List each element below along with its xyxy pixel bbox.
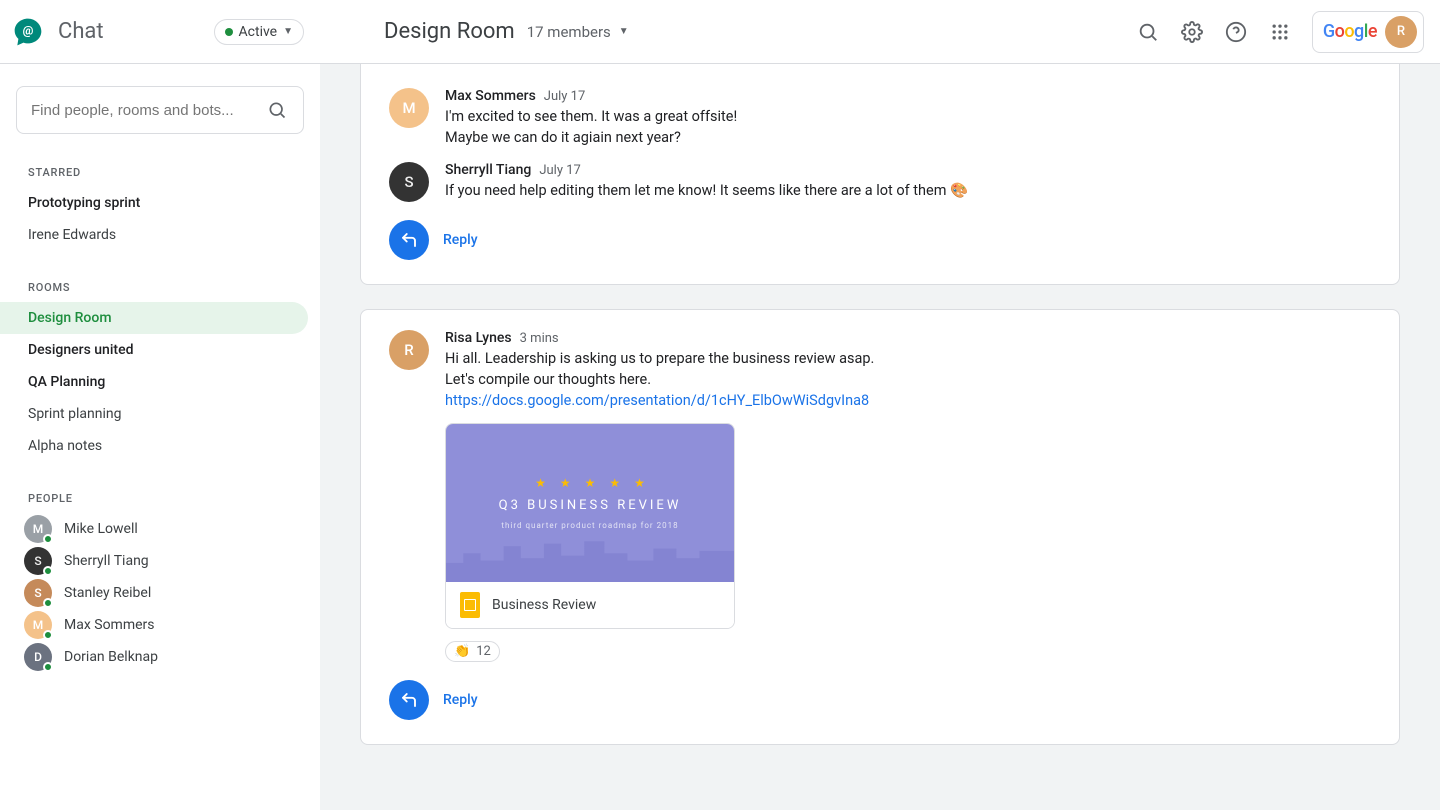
message-text: If you need help editing them let me kno…: [445, 180, 1371, 201]
app-name: Chat: [58, 19, 104, 44]
message-timestamp: 3 mins: [520, 331, 559, 346]
sidebar-item-label: Stanley Reibel: [64, 585, 151, 601]
chat-logo-icon: @: [8, 12, 48, 52]
message: M Max Sommers July 17 I'm excited to see th…: [389, 88, 1371, 148]
slides-icon: [460, 592, 480, 618]
sidebar: STARRED Prototyping sprintIrene Edwards …: [0, 64, 320, 810]
section-people-label: PEOPLE: [12, 484, 308, 513]
sidebar-item[interactable]: Designers united: [0, 334, 308, 366]
header-left: @ Chat Active ▼: [8, 12, 312, 52]
star-icon: ★★★★★: [535, 476, 645, 490]
clap-emoji-icon: 👏: [454, 644, 470, 659]
search-icon[interactable]: [1136, 20, 1160, 44]
sidebar-search[interactable]: [16, 86, 304, 134]
message-timestamp: July 17: [544, 89, 586, 104]
presence-status-dropdown[interactable]: Active ▼: [214, 19, 304, 45]
sidebar-item-label: Mike Lowell: [64, 521, 138, 537]
room-header: Design Room 17 members ▼: [312, 19, 629, 44]
message-author: Sherryll Tiang: [445, 162, 531, 178]
section-rooms-label: ROOMS: [12, 273, 308, 302]
reply-button[interactable]: [389, 220, 429, 260]
sidebar-item[interactable]: Alpha notes: [0, 430, 308, 462]
sidebar-person[interactable]: SSherryll Tiang: [0, 545, 308, 577]
section-starred-label: STARRED: [12, 158, 308, 187]
message: S Sherryll Tiang July 17 If you need help e…: [389, 162, 1371, 202]
conversation-pane: M Max Sommers July 17 I'm excited to see th…: [320, 64, 1440, 810]
help-icon[interactable]: [1224, 20, 1248, 44]
reply-label[interactable]: Reply: [443, 232, 478, 248]
search-icon[interactable]: [265, 98, 289, 122]
message: R Risa Lynes 3 mins Hi all. Leadership is a…: [389, 330, 1371, 662]
thread-card: R Risa Lynes 3 mins Hi all. Leadership is a…: [360, 309, 1400, 745]
presence-dot-icon: [225, 28, 233, 36]
sidebar-item[interactable]: Design Room: [0, 302, 308, 334]
current-user-avatar: R: [1385, 16, 1417, 48]
reaction-count: 12: [476, 644, 491, 659]
attachment-card[interactable]: ★★★★★ Q3 BUSINESS REVIEW third quarter pro…: [445, 423, 735, 629]
google-logo-icon: Google: [1323, 21, 1377, 42]
header-actions: Google R: [1136, 11, 1424, 53]
sidebar-item-label: Dorian Belknap: [64, 649, 158, 665]
message-text: Hi all. Leadership is asking us to prepa…: [445, 348, 1371, 411]
svg-text:@: @: [23, 23, 34, 37]
sidebar-item[interactable]: Prototyping sprint: [0, 187, 308, 219]
sidebar-item-label: Max Sommers: [64, 617, 155, 633]
room-title: Design Room: [384, 19, 515, 44]
presence-dot-icon: [43, 566, 53, 576]
sidebar-item[interactable]: Irene Edwards: [0, 219, 308, 251]
sidebar-item-label: Sherryll Tiang: [64, 553, 149, 569]
message-author: Risa Lynes: [445, 330, 512, 346]
avatar: R: [389, 330, 429, 370]
presence-dot-icon: [43, 598, 53, 608]
attachment-preview-subtitle: third quarter product roadmap for 2018: [501, 521, 678, 530]
presence-dot-icon: [43, 662, 53, 672]
presence-dot-icon: [43, 534, 53, 544]
account-switcher[interactable]: Google R: [1312, 11, 1424, 53]
reply-label[interactable]: Reply: [443, 692, 478, 708]
message-author: Max Sommers: [445, 88, 536, 104]
chevron-down-icon: ▼: [283, 26, 293, 37]
presence-status-label: Active: [239, 24, 278, 40]
member-count[interactable]: 17 members: [527, 23, 611, 41]
avatar: S: [389, 162, 429, 202]
message-text: I'm excited to see them. It was a great …: [445, 106, 1371, 148]
attachment-preview: ★★★★★ Q3 BUSINESS REVIEW third quarter pro…: [446, 424, 734, 582]
message-timestamp: July 17: [539, 163, 581, 178]
app-logo[interactable]: @ Chat: [8, 12, 104, 52]
attachment-preview-title: Q3 BUSINESS REVIEW: [499, 498, 682, 513]
attachment-filename: Business Review: [492, 597, 596, 613]
sidebar-item[interactable]: QA Planning: [0, 366, 308, 398]
thread-card: M Max Sommers July 17 I'm excited to see th…: [360, 64, 1400, 285]
sidebar-item[interactable]: Sprint planning: [0, 398, 308, 430]
message-link[interactable]: https://docs.google.com/presentation/d/1…: [445, 392, 869, 409]
sidebar-person[interactable]: MMike Lowell: [0, 513, 308, 545]
apps-grid-icon[interactable]: [1268, 20, 1292, 44]
chevron-down-icon[interactable]: ▼: [619, 26, 629, 37]
sidebar-person[interactable]: DDorian Belknap: [0, 641, 308, 673]
avatar: M: [389, 88, 429, 128]
search-input[interactable]: [31, 102, 265, 119]
gear-icon[interactable]: [1180, 20, 1204, 44]
presence-dot-icon: [43, 630, 53, 640]
sidebar-person[interactable]: SStanley Reibel: [0, 577, 308, 609]
reaction-chip[interactable]: 👏 12: [445, 641, 500, 662]
reply-button[interactable]: [389, 680, 429, 720]
app-header: @ Chat Active ▼ Design Room 17 members ▼…: [0, 0, 1440, 64]
sidebar-person[interactable]: MMax Sommers: [0, 609, 308, 641]
